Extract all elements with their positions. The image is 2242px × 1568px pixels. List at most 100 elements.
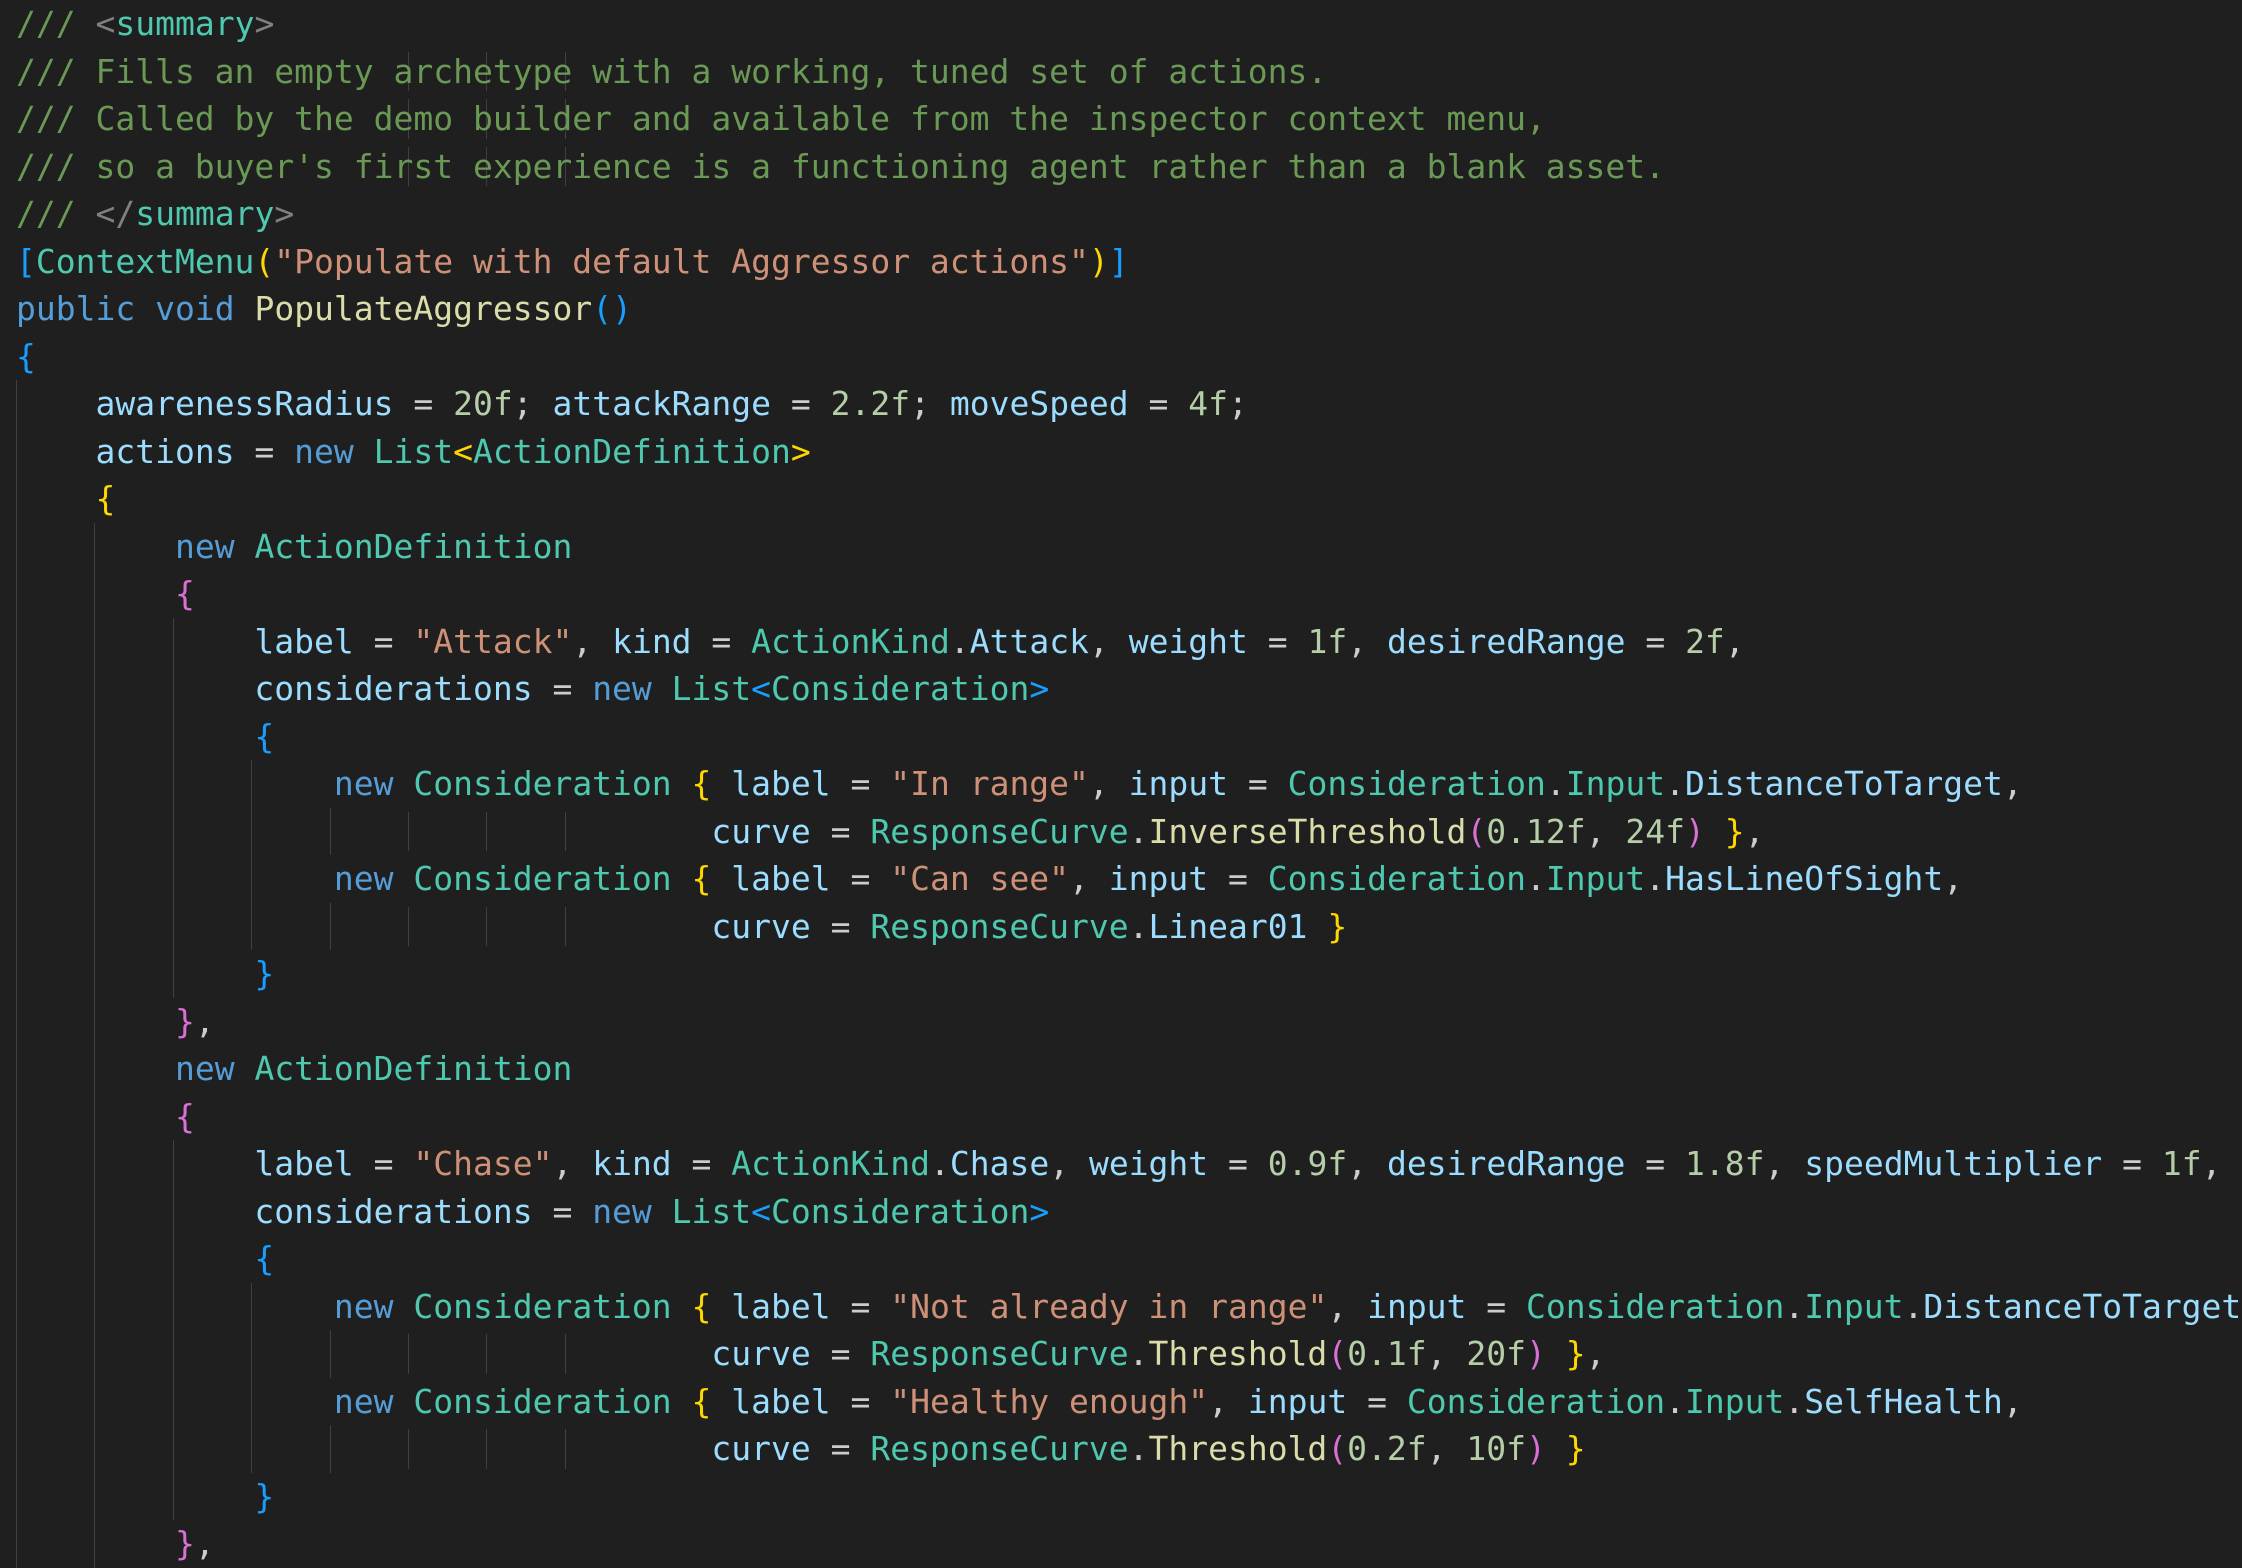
code-line[interactable]: { (0, 475, 2242, 523)
code-token: public (16, 289, 136, 328)
code-line[interactable]: new ActionDefinition (0, 523, 2242, 571)
code-token: . (949, 621, 970, 661)
code-token: ( (1466, 811, 1487, 851)
code-token: = (234, 431, 295, 471)
code-line[interactable]: [ContextMenu("Populate with default Aggr… (0, 238, 2242, 286)
code-line[interactable]: considerations = new List<Consideration> (0, 665, 2242, 713)
code-token: input (1108, 859, 1209, 898)
code-token: 1f (1307, 621, 1348, 661)
code-token: = (2102, 1144, 2162, 1183)
code-token: new (333, 1286, 394, 1326)
code-token: 2f (1685, 621, 1725, 661)
code-token: summary (135, 194, 275, 233)
code-line[interactable]: }, (0, 1520, 2242, 1568)
code-token: } (174, 1524, 195, 1563)
code-token: , (552, 1144, 593, 1183)
code-token: ResponseCurve (870, 1334, 1129, 1373)
code-token: = (1625, 1144, 1686, 1183)
code-line[interactable]: new Consideration { label = "Not already… (0, 1283, 2242, 1331)
code-token: , (1744, 811, 1765, 851)
code-token: new (333, 859, 394, 898)
code-token: desiredRange (1387, 1144, 1626, 1183)
code-line[interactable]: curve = ResponseCurve.Threshold(0.2f, 10… (0, 1425, 2242, 1473)
code-line[interactable]: public void PopulateAggressor() (0, 285, 2242, 333)
code-line[interactable]: /// </summary> (0, 190, 2242, 238)
code-line[interactable]: { (0, 570, 2242, 618)
code-line[interactable]: considerations = new List<Consideration> (0, 1188, 2242, 1236)
code-token: . (1784, 1286, 1805, 1326)
code-line[interactable]: }, (0, 998, 2242, 1046)
code-line[interactable]: { (0, 713, 2242, 761)
code-token: . (1128, 906, 1149, 946)
code-line[interactable]: /// <summary> (0, 0, 2242, 48)
code-token: "Populate with default Aggressor actions… (274, 241, 1089, 281)
code-token: } (254, 954, 275, 993)
code-token: = (830, 1381, 891, 1421)
code-token: , (1049, 1144, 1089, 1183)
code-line[interactable]: } (0, 1473, 2242, 1521)
code-token: 24f (1625, 811, 1685, 851)
code-token: List (373, 431, 454, 471)
code-token: , (1088, 764, 1129, 803)
code-line[interactable]: new Consideration { label = "Healthy eno… (0, 1378, 2242, 1426)
code-token: ( (1327, 1334, 1348, 1373)
code-token: = (830, 859, 891, 898)
code-line[interactable]: { (0, 333, 2242, 381)
code-line[interactable]: awarenessRadius = 20f; attackRange = 2.2… (0, 380, 2242, 428)
code-token: 1.8f (1685, 1144, 1765, 1183)
code-line[interactable]: /// so a buyer's first experience is a f… (0, 143, 2242, 191)
code-token: , (1088, 621, 1129, 661)
code-token: , (1764, 1144, 1805, 1183)
code-token: { (174, 574, 195, 613)
code-line[interactable]: new Consideration { label = "Can see", i… (0, 855, 2242, 903)
code-token: ContextMenu (35, 241, 255, 281)
code-token: = (393, 384, 454, 423)
code-line[interactable]: new ActionDefinition (0, 1045, 2242, 1093)
code-token: ; (1228, 384, 1248, 423)
code-token: , (194, 1524, 215, 1563)
code-line[interactable]: curve = ResponseCurve.InverseThreshold(0… (0, 808, 2242, 856)
code-token: label (731, 764, 831, 803)
code-token: > (1029, 1191, 1050, 1231)
code-line[interactable]: { (0, 1093, 2242, 1141)
code-line[interactable]: /// Called by the demo builder and avail… (0, 95, 2242, 143)
code-line[interactable]: new Consideration { label = "In range", … (0, 760, 2242, 808)
code-token: /// Called by the demo builder and avail… (16, 99, 1546, 138)
code-editor[interactable]: /// <summary>/// Fills an empty archetyp… (0, 0, 2242, 1568)
code-line[interactable]: label = "Chase", kind = ActionKind.Chase… (0, 1140, 2242, 1188)
code-line[interactable]: actions = new List<ActionDefinition> (0, 428, 2242, 476)
code-token: . (1665, 764, 1685, 803)
code-line[interactable]: label = "Attack", kind = ActionKind.Atta… (0, 618, 2242, 666)
code-token: Consideration (1406, 1381, 1666, 1421)
code-token: ; (512, 384, 553, 423)
code-token: HasLineOfSight (1665, 859, 1944, 898)
code-token: = (1625, 621, 1686, 661)
code-token: } (1565, 1334, 1586, 1373)
code-line[interactable]: { (0, 1235, 2242, 1283)
code-line[interactable]: /// Fills an empty archetype with a work… (0, 48, 2242, 96)
code-token: Linear01 (1148, 906, 1308, 946)
code-line[interactable]: curve = ResponseCurve.Linear01 } (0, 903, 2242, 951)
code-line[interactable]: } (0, 950, 2242, 998)
code-token: Consideration (1526, 1286, 1785, 1326)
code-token: curve (711, 906, 811, 946)
code-line[interactable]: curve = ResponseCurve.Threshold(0.1f, 20… (0, 1330, 2242, 1378)
code-token: /// (16, 4, 96, 43)
